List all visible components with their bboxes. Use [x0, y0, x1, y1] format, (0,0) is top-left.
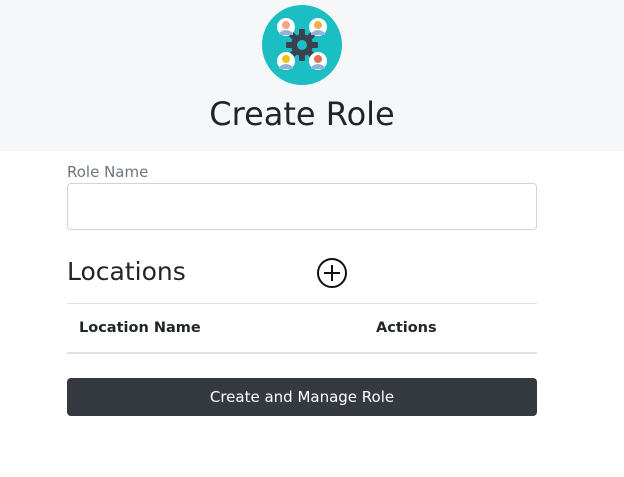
plus-circle-icon[interactable] — [316, 257, 348, 289]
team-settings-icon — [262, 5, 342, 85]
page-title: Create Role — [209, 95, 395, 133]
locations-table: Location Name Actions — [67, 303, 537, 354]
page-header: Create Role — [0, 0, 624, 151]
role-name-input[interactable] — [67, 183, 537, 230]
table-header-row: Location Name Actions — [67, 304, 537, 354]
locations-title: Locations — [67, 257, 186, 286]
role-name-label: Role Name — [67, 163, 149, 181]
column-actions: Actions — [376, 320, 437, 336]
column-location-name: Location Name — [79, 320, 201, 336]
create-and-manage-role-button[interactable]: Create and Manage Role — [67, 378, 537, 416]
